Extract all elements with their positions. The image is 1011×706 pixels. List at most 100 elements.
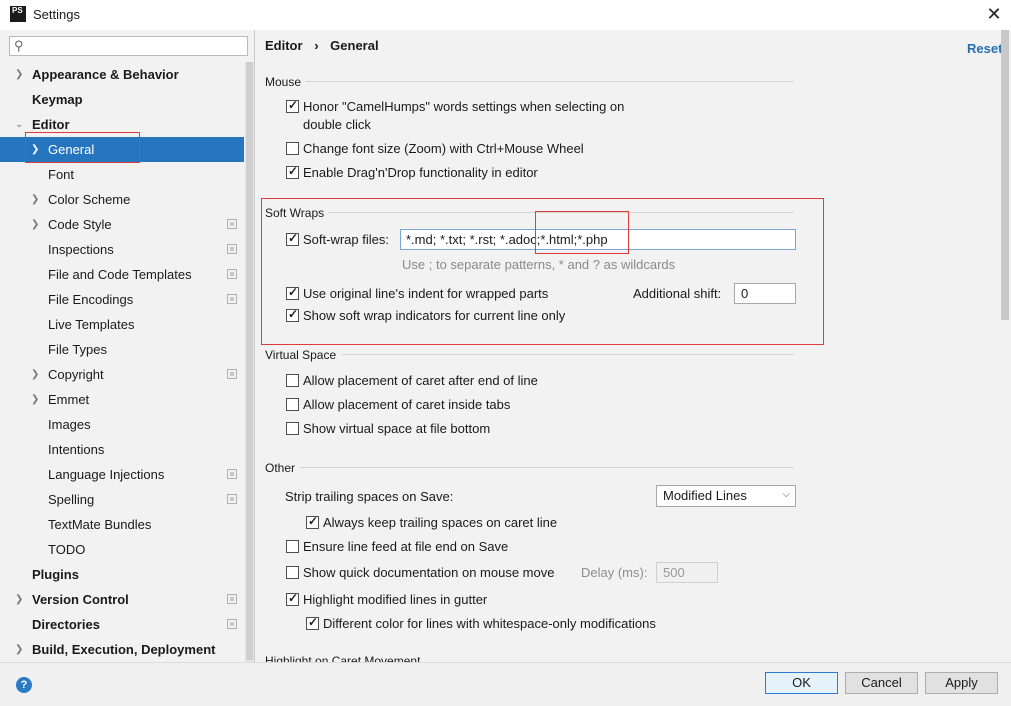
annotation-general-box [25, 132, 140, 163]
content-scrollbar[interactable] [1000, 30, 1010, 662]
project-config-icon [227, 469, 237, 479]
project-config-icon [227, 619, 237, 629]
sidebar-item-copyright[interactable]: ❯ Copyright [0, 362, 244, 387]
sidebar-item-label: Language Injections [48, 467, 165, 482]
sidebar-scrollbar-thumb[interactable] [246, 62, 253, 660]
quick-doc-checkbox[interactable] [286, 566, 299, 579]
zoom-checkbox[interactable] [286, 142, 299, 155]
sidebar-item-emmet[interactable]: ❯ Emmet [0, 387, 244, 412]
camelhumps-label-line2: double click [303, 117, 371, 132]
sidebar-item-intentions[interactable]: Intentions [0, 437, 244, 462]
caret-inside-tabs-checkbox[interactable] [286, 398, 299, 411]
chevron-right-icon[interactable]: ❯ [15, 637, 27, 662]
settings-window: PS Settings ✕ ⚲ ❯ Appearance & Behavior K… [0, 0, 1011, 706]
sidebar-item-spelling[interactable]: Spelling [0, 487, 244, 512]
delay-label: Delay (ms): [581, 565, 648, 580]
virtual-space-bottom-label: Show virtual space at file bottom [303, 421, 491, 436]
sidebar-item-inspections[interactable]: Inspections [0, 237, 244, 262]
sidebar-item-label: Code Style [48, 217, 112, 232]
section-title-virtual-space: Virtual Space [265, 348, 337, 362]
sidebar-item-directories[interactable]: Directories [0, 612, 244, 637]
sidebar-scrollbar[interactable] [245, 62, 254, 662]
whitespace-color-label: Different color for lines with whitespac… [323, 616, 656, 631]
sidebar-item-live-templates[interactable]: Live Templates [0, 312, 244, 337]
sidebar-item-keymap[interactable]: Keymap [0, 87, 244, 112]
delay-input[interactable]: 500 [656, 562, 718, 583]
sidebar-item-file-encodings[interactable]: File Encodings [0, 287, 244, 312]
breadcrumb-separator: › [314, 38, 319, 53]
chevron-right-icon[interactable]: ❯ [15, 587, 27, 612]
sidebar-item-file-code-templates[interactable]: File and Code Templates [0, 262, 244, 287]
sidebar-item-font[interactable]: Font [0, 162, 244, 187]
ok-button[interactable]: OK [765, 672, 838, 694]
separator [342, 354, 794, 355]
sidebar-item-label: TextMate Bundles [48, 517, 152, 532]
project-config-icon [227, 244, 237, 254]
chevron-right-icon[interactable]: ❯ [15, 62, 27, 87]
section-title-highlight-caret: Highlight on Caret Movement [265, 654, 421, 662]
caret-after-end-checkbox[interactable] [286, 374, 299, 387]
sidebar-item-images[interactable]: Images [0, 412, 244, 437]
highlight-modified-label: Highlight modified lines in gutter [303, 592, 488, 607]
project-config-icon [227, 369, 237, 379]
sidebar-item-appearance[interactable]: ❯ Appearance & Behavior [0, 62, 244, 87]
cancel-button[interactable]: Cancel [845, 672, 918, 694]
breadcrumb-parent[interactable]: Editor [265, 38, 303, 53]
zoom-label: Change font size (Zoom) with Ctrl+Mouse … [303, 141, 584, 156]
search-icon: ⚲ [14, 38, 24, 53]
chevron-right-icon[interactable]: ❯ [31, 187, 43, 212]
apply-button[interactable]: Apply [925, 672, 998, 694]
keep-trailing-label: Always keep trailing spaces on caret lin… [323, 515, 558, 530]
sidebar-item-label: Build, Execution, Deployment [32, 642, 216, 657]
sidebar-item-label: Copyright [48, 367, 104, 382]
whitespace-color-checkbox[interactable] [306, 615, 319, 630]
sidebar-item-language-injections[interactable]: Language Injections [0, 462, 244, 487]
separator [306, 81, 794, 82]
keep-trailing-checkbox[interactable] [306, 514, 319, 529]
sidebar-item-color-scheme[interactable]: ❯ Color Scheme [0, 187, 244, 212]
chevron-right-icon[interactable]: ❯ [31, 362, 43, 387]
quick-doc-label: Show quick documentation on mouse move [303, 565, 555, 580]
chevron-right-icon[interactable]: ❯ [31, 212, 43, 237]
dialog-footer: ? OK Cancel Apply [0, 662, 1011, 706]
sidebar-item-code-style[interactable]: ❯ Code Style [0, 212, 244, 237]
settings-sidebar: ⚲ ❯ Appearance & Behavior Keymap ⌄ Editor … [0, 30, 255, 662]
sidebar-item-textmate-bundles[interactable]: TextMate Bundles [0, 512, 244, 537]
project-config-icon [227, 219, 237, 229]
sidebar-item-file-types[interactable]: File Types [0, 337, 244, 362]
camelhumps-checkbox[interactable] [286, 98, 299, 113]
sidebar-item-label: Inspections [48, 242, 114, 257]
sidebar-item-label: TODO [48, 542, 86, 557]
dragdrop-label: Enable Drag'n'Drop functionality in edit… [303, 165, 538, 180]
sidebar-item-build-execution[interactable]: ❯ Build, Execution, Deployment [0, 637, 244, 662]
sidebar-item-todo[interactable]: TODO [0, 537, 244, 562]
strip-trailing-dropdown[interactable]: Modified Lines ⌵ [656, 485, 796, 507]
sidebar-item-label: Directories [32, 617, 100, 632]
sidebar-item-label: Live Templates [48, 317, 135, 332]
search-input[interactable]: ⚲ [9, 36, 248, 56]
settings-content: Editor › General Reset Mouse Honor "Came… [256, 30, 1011, 662]
sidebar-item-label: File and Code Templates [48, 267, 192, 282]
sidebar-item-version-control[interactable]: ❯ Version Control [0, 587, 244, 612]
line-feed-checkbox[interactable] [286, 540, 299, 553]
annotation-html-php-box [535, 211, 629, 254]
breadcrumb-current: General [330, 38, 379, 53]
caret-after-end-label: Allow placement of caret after end of li… [303, 373, 538, 388]
close-icon[interactable]: ✕ [982, 4, 1006, 24]
project-config-icon [227, 269, 237, 279]
sidebar-item-label: Version Control [32, 592, 129, 607]
highlight-modified-checkbox[interactable] [286, 591, 299, 606]
sidebar-item-label: Font [48, 167, 75, 182]
sidebar-item-label: File Encodings [48, 292, 134, 307]
sidebar-item-plugins[interactable]: Plugins [0, 562, 244, 587]
phpstorm-logo-icon: PS [10, 6, 26, 22]
chevron-right-icon[interactable]: ❯ [31, 387, 43, 412]
reset-link[interactable]: Reset [967, 41, 1002, 56]
strip-trailing-value: Modified Lines [663, 488, 747, 503]
dragdrop-checkbox[interactable] [286, 164, 299, 179]
sidebar-item-label: Keymap [32, 92, 83, 107]
content-scrollbar-thumb[interactable] [1001, 30, 1009, 320]
virtual-space-bottom-checkbox[interactable] [286, 422, 299, 435]
help-icon[interactable]: ? [16, 677, 32, 693]
chevron-down-icon: ⌵ [782, 489, 790, 500]
